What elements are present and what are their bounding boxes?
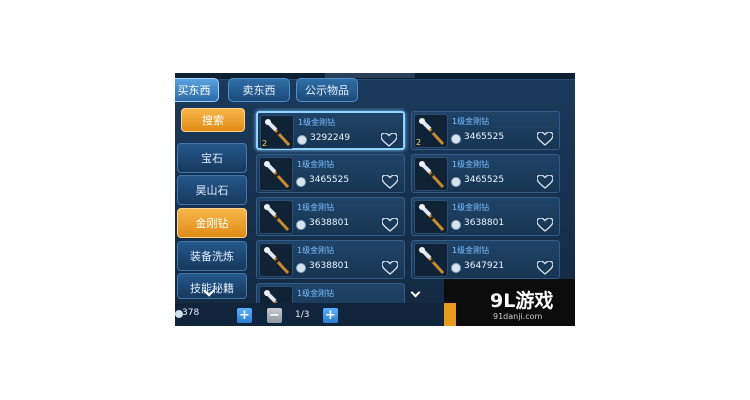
item-price: 3647921 [464, 261, 505, 271]
item-name: 1级金刚钻 [452, 160, 490, 169]
silver-coin-icon [451, 177, 461, 187]
item-card[interactable]: 2 1级金刚钻 3292249 [256, 111, 405, 150]
silver-coin-icon [451, 220, 461, 230]
sidebar-item-skill-book[interactable]: 技能秘籍 [177, 273, 247, 299]
silver-coin-icon [296, 220, 306, 230]
scroll-more-icon[interactable] [410, 287, 421, 298]
item-level: 2 [416, 138, 422, 147]
item-name: 1级金刚钻 [452, 246, 490, 255]
watermark-logo: 9L游戏 [490, 290, 554, 312]
item-card[interactable]: 1级金刚钻 3465525 [411, 154, 560, 193]
item-name: 1级金刚钻 [452, 203, 490, 212]
drill-icon: 2 [414, 114, 448, 148]
item-price: 3465525 [464, 132, 505, 142]
drill-icon [414, 243, 448, 277]
item-name: 1级金刚钻 [297, 203, 335, 212]
tab-buy[interactable]: 买东西 [175, 78, 219, 102]
favorite-heart-icon[interactable] [537, 261, 553, 275]
item-name: 1级金刚钻 [297, 160, 335, 169]
favorite-heart-icon[interactable] [537, 218, 553, 232]
item-card[interactable]: 1级金刚钻 3465525 [256, 154, 405, 193]
favorite-heart-icon[interactable] [382, 261, 398, 275]
item-price: 3292249 [310, 133, 351, 143]
silver-coin-icon [451, 134, 461, 144]
watermark-url: 91danji.com [493, 312, 543, 321]
sidebar-item-diamond[interactable]: 金刚钻 [177, 208, 247, 238]
item-level: 2 [262, 139, 268, 148]
drill-icon [414, 200, 448, 234]
watermark-accent [444, 303, 456, 326]
item-card[interactable]: 1级金刚钻 3647921 [411, 240, 560, 279]
item-name: 1级金刚钻 [297, 289, 335, 298]
tab-public-items[interactable]: 公示物品 [296, 78, 358, 102]
sidebar-item-gem[interactable]: 宝石 [177, 143, 247, 173]
tab-sell[interactable]: 卖东西 [228, 78, 290, 102]
currency-balance: 378 [182, 308, 200, 318]
favorite-heart-icon[interactable] [382, 218, 398, 232]
silver-coin-icon [297, 135, 307, 145]
favorite-heart-icon[interactable] [537, 132, 553, 146]
add-currency-button[interactable]: + [237, 308, 252, 323]
silver-coin-icon [451, 263, 461, 273]
drill-icon: 2 [260, 115, 294, 149]
item-card[interactable]: 1级金刚钻 3638801 [256, 240, 405, 279]
item-price: 3465525 [309, 175, 350, 185]
drill-icon [259, 157, 293, 191]
prev-page-button[interactable]: − [267, 308, 282, 323]
item-price: 3638801 [309, 261, 350, 271]
favorite-heart-icon[interactable] [382, 175, 398, 189]
favorite-heart-icon[interactable] [537, 175, 553, 189]
drill-icon [259, 200, 293, 234]
drill-icon [414, 157, 448, 191]
drill-icon [259, 243, 293, 277]
silver-coin-icon [296, 177, 306, 187]
favorite-heart-icon[interactable] [381, 133, 397, 147]
item-name: 1级金刚钻 [298, 118, 336, 127]
item-price: 3638801 [464, 218, 505, 228]
item-price: 3465525 [464, 175, 505, 185]
item-name: 1级金刚钻 [452, 117, 490, 126]
item-price: 3638801 [309, 218, 350, 228]
item-card[interactable]: 2 1级金刚钻 3465525 [411, 111, 560, 150]
item-card[interactable]: 1级金刚钻 3638801 [256, 197, 405, 236]
page-indicator: 1/3 [295, 310, 310, 320]
search-button[interactable]: 搜索 [181, 108, 245, 132]
sidebar-item-haoshan-stone[interactable]: 昊山石 [177, 175, 247, 205]
item-name: 1级金刚钻 [297, 246, 335, 255]
next-page-button[interactable]: + [323, 308, 338, 323]
sidebar-item-equip-refine[interactable]: 装备洗炼 [177, 241, 247, 271]
silver-coin-icon [296, 263, 306, 273]
item-card[interactable]: 1级金刚钻 3638801 [411, 197, 560, 236]
